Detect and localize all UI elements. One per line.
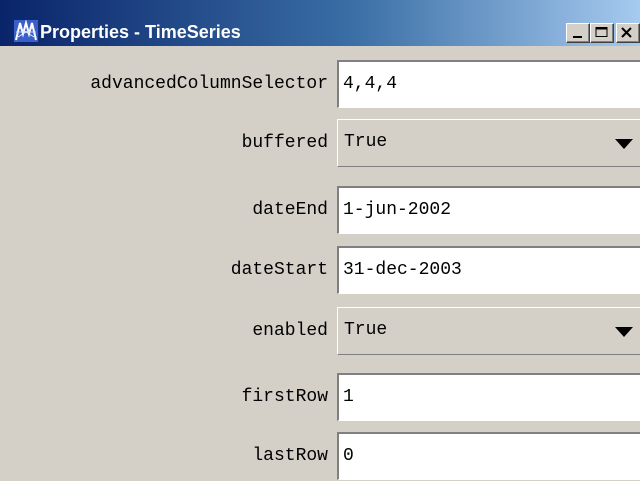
property-value-input[interactable]: 1-jun-2002 bbox=[337, 186, 640, 234]
minimize-button[interactable] bbox=[566, 23, 590, 43]
property-label: advancedColumnSelector bbox=[90, 74, 328, 94]
close-icon bbox=[621, 27, 632, 38]
minimize-icon bbox=[573, 36, 582, 38]
property-label: dateEnd bbox=[252, 200, 328, 220]
dropdown-selected-value: True bbox=[344, 320, 388, 340]
title-bar[interactable]: Properties - TimeSeries bbox=[0, 0, 640, 46]
property-label: buffered bbox=[241, 133, 328, 153]
property-label: enabled bbox=[252, 321, 328, 341]
maximize-button[interactable] bbox=[590, 23, 614, 43]
property-row-lastRow: lastRow 0 bbox=[0, 432, 640, 480]
property-label: dateStart bbox=[230, 260, 328, 280]
properties-window: Properties - TimeSeries advancedColumnSe… bbox=[0, 0, 640, 481]
window-title: Properties - TimeSeries bbox=[40, 22, 241, 42]
app-icon[interactable] bbox=[14, 19, 38, 42]
maximize-icon bbox=[595, 27, 608, 37]
property-value-input[interactable]: 4,4,4 bbox=[337, 60, 640, 108]
property-value-dropdown[interactable]: True bbox=[337, 119, 640, 167]
property-row-advancedColumnSelector: advancedColumnSelector 4,4,4 bbox=[0, 60, 640, 108]
property-row-dateEnd: dateEnd 1-jun-2002 bbox=[0, 186, 640, 234]
property-row-enabled: enabled True bbox=[0, 307, 640, 355]
dropdown-arrow-icon[interactable] bbox=[612, 138, 636, 150]
close-button[interactable] bbox=[616, 23, 640, 43]
property-row-buffered: buffered True bbox=[0, 119, 640, 167]
dropdown-arrow-icon[interactable] bbox=[612, 326, 636, 338]
property-value-dropdown[interactable]: True bbox=[337, 307, 640, 355]
property-value-input[interactable]: 31-dec-2003 bbox=[337, 246, 640, 294]
property-value-input[interactable]: 1 bbox=[337, 373, 640, 421]
property-row-dateStart: dateStart 31-dec-2003 bbox=[0, 246, 640, 294]
property-label: firstRow bbox=[241, 387, 328, 407]
property-value-input[interactable]: 0 bbox=[337, 432, 640, 480]
property-row-firstRow: firstRow 1 bbox=[0, 373, 640, 421]
property-label: lastRow bbox=[252, 446, 328, 466]
dropdown-selected-value: True bbox=[344, 132, 388, 152]
